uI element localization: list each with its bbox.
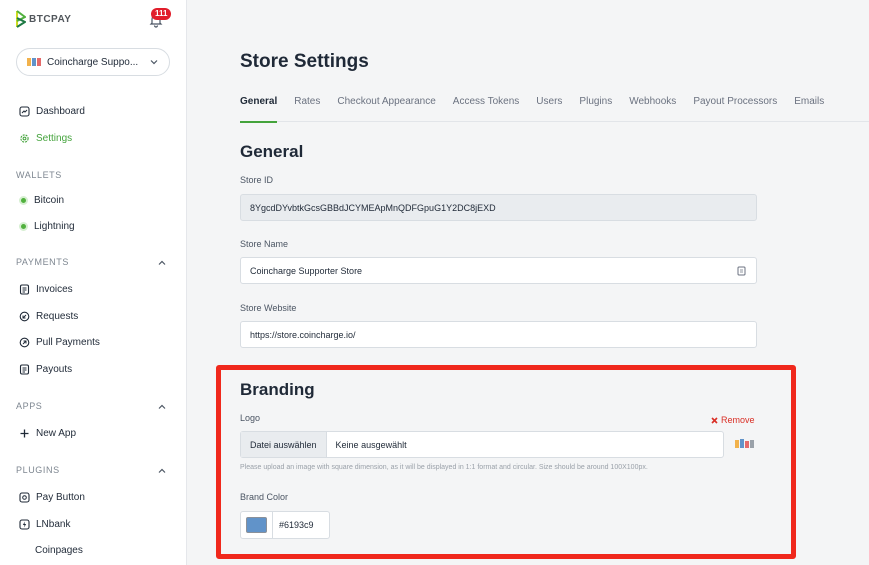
chevron-up-icon[interactable]: [157, 258, 167, 268]
plus-icon: [20, 429, 29, 437]
nav-dashboard[interactable]: Dashboard: [19, 104, 85, 118]
store-website-value: https://store.coincharge.io/: [250, 329, 356, 340]
store-selector[interactable]: Coincharge Suppo...: [16, 48, 170, 76]
store-name-label: Store Name: [240, 239, 289, 249]
wallets-section-title: WALLETS: [16, 170, 62, 180]
logo-label: Logo: [240, 413, 261, 423]
tab-rates[interactable]: Rates: [294, 96, 320, 122]
nav-invoices-label: Invoices: [36, 283, 73, 295]
nav-lnbank-label: LNbank: [36, 518, 71, 530]
invoice-icon: [19, 283, 30, 295]
nav-lightning-label: Lightning: [34, 220, 75, 232]
close-icon: [711, 416, 718, 424]
gear-icon: [20, 133, 29, 143]
apps-section-title: APPS: [16, 401, 43, 411]
request-icon: [19, 311, 30, 321]
store-website-label: Store Website: [240, 303, 297, 313]
nav-dashboard-label: Dashboard: [36, 105, 85, 117]
nav-settings-label: Settings: [36, 132, 73, 144]
lightning-bolt-icon: [19, 518, 30, 530]
dashboard-icon: [19, 105, 30, 117]
btcpay-logo[interactable]: BTCPAY: [16, 10, 71, 28]
chevron-up-icon[interactable]: [157, 402, 167, 412]
nav-requests-label: Requests: [36, 310, 79, 322]
nav-payouts-label: Payouts: [36, 363, 73, 375]
nav-pull-payments[interactable]: Pull Payments: [19, 335, 100, 349]
brand-color-value[interactable]: #6193c9: [273, 520, 314, 530]
general-heading: General: [240, 142, 304, 161]
tab-webhooks[interactable]: Webhooks: [629, 96, 676, 122]
tab-payout-processors[interactable]: Payout Processors: [693, 96, 777, 122]
brand-color-label: Brand Color: [240, 492, 289, 502]
color-picker[interactable]: [241, 512, 273, 538]
bitcoin-status-icon: [19, 195, 28, 205]
nav-bitcoin-label: Bitcoin: [34, 194, 65, 206]
nav-new-app[interactable]: New App: [19, 426, 76, 440]
remove-logo-label: Remove: [721, 415, 755, 425]
store-flag-icon: [27, 58, 41, 66]
chevron-down-icon: [150, 60, 158, 65]
lightning-status-icon: [19, 221, 28, 231]
plugins-section-title: PLUGINS: [16, 465, 60, 475]
nav-lightning[interactable]: Lightning: [19, 219, 75, 233]
sidebar: BTCPAY 111 Coincharge Suppo... Dashboard…: [0, 0, 187, 565]
choose-file-button[interactable]: Datei auswählen: [241, 432, 327, 457]
store-website-input[interactable]: https://store.coincharge.io/: [240, 321, 757, 348]
store-id-value: 8YgcdDYvbtkGcsGBBdJCYMEApMnQDFGpuG1Y2DC8…: [250, 202, 496, 213]
nav-coinpages[interactable]: Coinpages: [35, 543, 83, 557]
nav-settings[interactable]: Settings: [19, 131, 72, 145]
tab-plugins[interactable]: Plugins: [579, 96, 612, 122]
brand-color-input[interactable]: #6193c9: [240, 511, 330, 539]
nav-lnbank[interactable]: LNbank: [19, 517, 70, 531]
branding-heading: Branding: [240, 380, 315, 399]
tab-users[interactable]: Users: [536, 96, 562, 122]
tab-access-tokens[interactable]: Access Tokens: [453, 96, 520, 122]
nav-invoices[interactable]: Invoices: [19, 282, 73, 296]
logo-help-text: Please upload an image with square dimen…: [240, 464, 648, 471]
clipboard-icon[interactable]: [737, 266, 746, 276]
nav-pay-button[interactable]: Pay Button: [19, 490, 85, 504]
chevron-up-icon[interactable]: [157, 466, 167, 476]
settings-tabs: General Rates Checkout Appearance Access…: [240, 96, 869, 123]
color-swatch: [246, 517, 267, 533]
main-content: Store Settings General Rates Checkout Ap…: [188, 0, 869, 565]
tab-checkout-appearance[interactable]: Checkout Appearance: [337, 96, 435, 122]
logo-preview-icon: [735, 439, 754, 448]
pull-payment-icon: [19, 337, 30, 347]
btcpay-logo-icon: [16, 10, 26, 28]
nav-bitcoin[interactable]: Bitcoin: [19, 193, 64, 207]
nav-payouts[interactable]: Payouts: [19, 362, 72, 376]
store-id-field[interactable]: 8YgcdDYvbtkGcsGBBdJCYMEApMnQDFGpuG1Y2DC8…: [240, 194, 757, 221]
logo-file-input[interactable]: Datei auswählen Keine ausgewählt: [240, 431, 724, 458]
notification-count-badge[interactable]: 111: [151, 8, 172, 20]
page-title: Store Settings: [240, 51, 369, 72]
payments-section-title: PAYMENTS: [16, 257, 69, 267]
logo-text: BTCPAY: [29, 13, 72, 25]
tab-emails[interactable]: Emails: [794, 96, 824, 122]
nav-coinpages-label: Coinpages: [35, 544, 83, 556]
nav-pull-payments-label: Pull Payments: [36, 336, 100, 348]
payouts-icon: [19, 363, 30, 375]
nav-new-app-label: New App: [36, 427, 77, 439]
nav-pay-button-label: Pay Button: [36, 491, 85, 503]
tab-general[interactable]: General: [240, 96, 278, 123]
store-selector-label: Coincharge Suppo...: [47, 56, 139, 68]
remove-logo-button[interactable]: Remove: [711, 415, 755, 425]
nav-requests[interactable]: Requests: [19, 309, 78, 323]
file-status-text: Keine ausgewählt: [335, 439, 407, 450]
store-id-label: Store ID: [240, 175, 274, 185]
store-name-value: Coincharge Supporter Store: [250, 265, 363, 276]
pay-button-icon: [19, 491, 30, 503]
store-name-input[interactable]: Coincharge Supporter Store: [240, 257, 757, 284]
